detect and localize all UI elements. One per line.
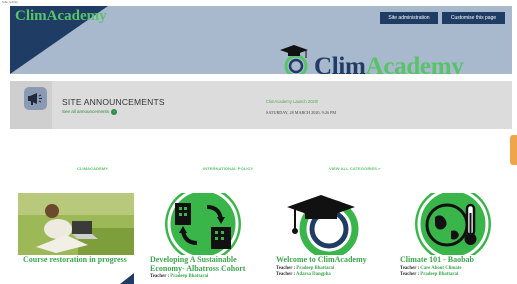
customise-page-button[interactable]: Customise this page: [442, 12, 505, 24]
teacher-line: Teacher : Adarsa Dangpha: [276, 272, 331, 278]
logo-wordmark: ClimAcademy: [314, 53, 464, 74]
category-climacademy[interactable]: CLIMACADEMY: [77, 166, 108, 171]
course-card[interactable]: Climate 101 - Baobab Teacher : Care Abou…: [395, 193, 511, 284]
card-corner-shape: [120, 273, 134, 284]
teacher-name[interactable]: Pradeep Bhattarai: [420, 272, 458, 277]
teacher-name[interactable]: Care About Climate: [420, 266, 461, 271]
teacher-label: Teacher :: [400, 266, 420, 271]
browser-corner-text: Site Admin: [2, 0, 19, 4]
announcements-heading: SITE ANNOUNCEMENTS: [62, 97, 165, 107]
teacher-label: Teacher :: [276, 272, 296, 277]
site-administration-button[interactable]: Site administration: [380, 12, 438, 24]
course-title[interactable]: Welcome to ClimAcademy: [276, 255, 387, 265]
site-announcements-block: SITE ANNOUNCEMENTS See all announcements…: [10, 81, 512, 129]
side-drawer-tab[interactable]: [510, 135, 517, 165]
logo-graduation-icon: [280, 45, 308, 74]
course-title[interactable]: Climate 101 - Baobab: [400, 255, 511, 265]
teacher-name[interactable]: Pradeep Bhattarai: [170, 274, 208, 279]
logo-text-clim: Clim: [314, 53, 366, 74]
graduation-cap-icon: [271, 193, 387, 255]
course-title[interactable]: Course restoration in progress: [23, 255, 134, 265]
arrow-right-icon: ›: [111, 109, 118, 115]
teacher-line: Teacher : Pradeep Bhattarai: [150, 274, 208, 280]
announcement-post-date: SATURDAY, 28 MARCH 2020, 9:26 PM: [266, 110, 337, 115]
view-all-categories-link[interactable]: VIEW ALL CATEGORIES »: [329, 166, 381, 171]
course-photo: [18, 193, 134, 255]
site-name-link[interactable]: ClimAcademy: [15, 8, 107, 25]
megaphone-icon: [28, 93, 42, 105]
course-card[interactable]: Developing A Sustainable Economy- Albatr…: [145, 193, 261, 284]
earth-thermometer-icon: [395, 193, 511, 255]
course-title[interactable]: Developing A Sustainable Economy- Albatr…: [150, 255, 261, 273]
category-international-policy[interactable]: INTERNATIONAL POLICY: [203, 166, 253, 171]
see-all-announcements-link[interactable]: See all announcements ›: [62, 109, 118, 115]
buildings-icon: [145, 193, 261, 255]
teacher-label: Teacher :: [150, 274, 170, 279]
site-header: ClimAcademy Site administration Customis…: [10, 6, 512, 74]
course-card[interactable]: Course restoration in progress: [18, 193, 134, 284]
see-all-label: See all announcements: [62, 109, 110, 115]
logo-text-academy: Academy: [365, 53, 464, 74]
teacher-label: Teacher :: [276, 266, 296, 271]
course-card[interactable]: Welcome to ClimAcademy Teacher : Pradeep…: [271, 193, 387, 284]
announcement-post-title[interactable]: ClimAcademy Launch 2020!: [266, 99, 318, 104]
announcement-badge: [24, 87, 47, 110]
teacher-name[interactable]: Pradeep Bhattarai: [296, 266, 334, 271]
climacademy-logo: ClimAcademy: [272, 42, 472, 74]
teacher-name[interactable]: Adarsa Dangpha: [296, 272, 331, 277]
teacher-label: Teacher :: [400, 272, 420, 277]
teacher-line: Teacher : Pradeep Bhattarai: [400, 272, 458, 278]
